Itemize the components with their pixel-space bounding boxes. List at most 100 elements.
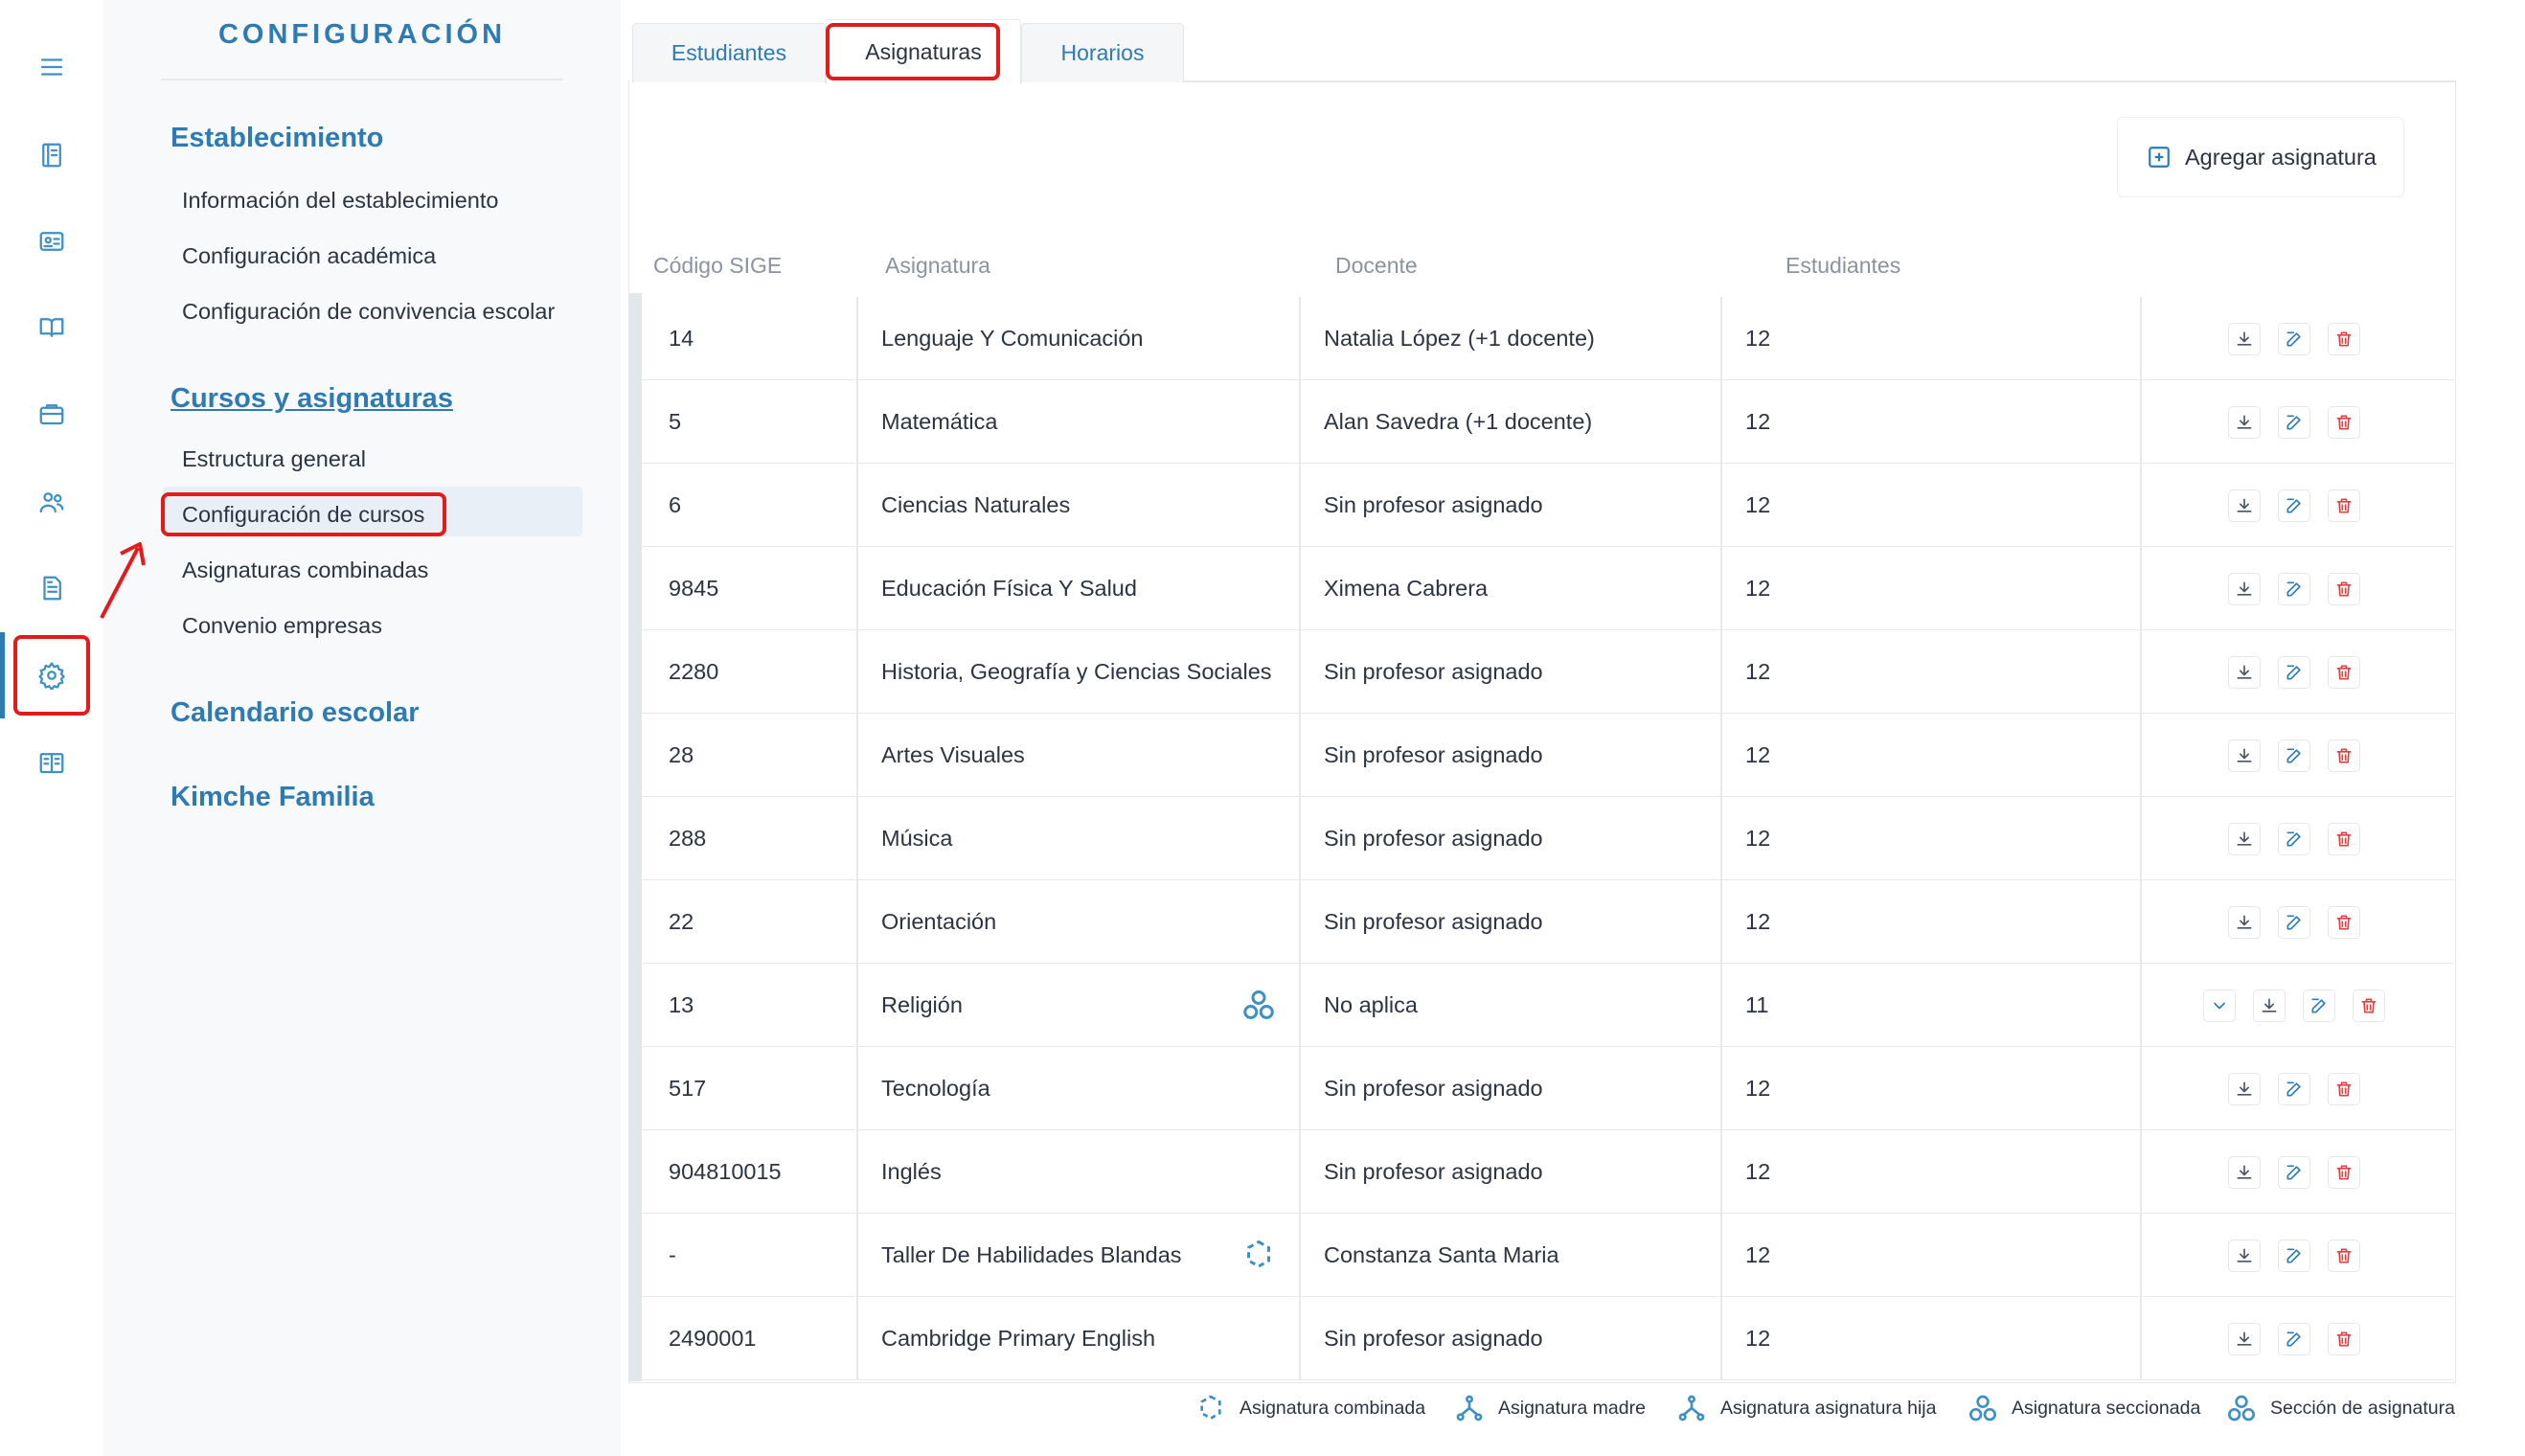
table-row[interactable]: 6 Ciencias Naturales Sin profesor asignado…	[642, 464, 2454, 547]
cell-students: 12	[1745, 825, 1771, 851]
column-header-docente: Docente	[1335, 253, 1418, 278]
tab-horarios[interactable]: Horarios	[1021, 23, 1184, 82]
column-divider	[1299, 630, 1301, 713]
column-divider	[1299, 880, 1301, 963]
download-icon[interactable]	[2228, 573, 2261, 605]
column-divider	[1299, 297, 1301, 379]
document-icon[interactable]	[0, 559, 103, 617]
tab-estudiantes[interactable]: Estudiantes	[632, 23, 826, 82]
cell-students: 12	[1745, 491, 1771, 517]
delete-icon[interactable]	[2328, 573, 2360, 605]
column-divider	[2140, 547, 2142, 629]
delete-icon[interactable]	[2328, 1323, 2360, 1355]
legend-madre: Asignatura madre	[1454, 1389, 1646, 1427]
notebook-icon[interactable]	[0, 126, 103, 184]
section-kimche-familia[interactable]: Kimche Familia	[171, 782, 375, 813]
delete-icon[interactable]	[2328, 489, 2360, 522]
table-row[interactable]: 2280 Historia, Geografía y Ciencias Socia…	[642, 630, 2454, 714]
delete-icon[interactable]	[2328, 739, 2360, 772]
menu-item-combinadas[interactable]: Asignaturas combinadas	[182, 557, 428, 583]
column-divider	[1720, 1047, 1722, 1129]
download-icon[interactable]	[2228, 1323, 2261, 1355]
section-calendario[interactable]: Calendario escolar	[171, 697, 420, 729]
plus-square-icon	[2149, 147, 2170, 168]
download-icon[interactable]	[2228, 323, 2261, 355]
table-row[interactable]: 9845 Educación Física Y Salud Ximena Cabre…	[642, 547, 2454, 630]
table-row[interactable]: 517 Tecnología Sin profesor asignado 12	[642, 1047, 2454, 1130]
delete-icon[interactable]	[2328, 1073, 2360, 1105]
edit-icon[interactable]	[2278, 823, 2310, 855]
add-subject-button[interactable]: Agregar asignatura	[2117, 117, 2404, 197]
users-icon[interactable]	[0, 473, 103, 531]
edit-icon[interactable]	[2278, 573, 2310, 605]
table-row[interactable]: 904810015 Inglés Sin profesor asignado 12	[642, 1130, 2454, 1214]
download-icon[interactable]	[2228, 406, 2261, 439]
edit-icon[interactable]	[2278, 1156, 2310, 1189]
delete-icon[interactable]	[2328, 406, 2360, 439]
column-divider	[856, 964, 858, 1046]
table-row[interactable]: 22 Orientación Sin profesor asignado 12	[642, 880, 2454, 964]
menu-item-convenio[interactable]: Convenio empresas	[182, 613, 382, 639]
download-icon[interactable]	[2253, 990, 2286, 1022]
cell-students: 12	[1745, 325, 1771, 351]
delete-icon[interactable]	[2353, 990, 2385, 1022]
combined-subject-icon[interactable]	[1241, 1238, 1276, 1272]
sectioned-subject-icon[interactable]	[1241, 988, 1276, 1022]
column-divider	[1720, 1130, 1722, 1213]
edit-icon[interactable]	[2278, 739, 2310, 772]
edit-icon[interactable]	[2278, 906, 2310, 939]
expand-chevron-icon[interactable]	[2203, 990, 2236, 1022]
edit-icon[interactable]	[2303, 990, 2335, 1022]
table-row[interactable]: - Taller De Habilidades Blandas Constanza …	[642, 1214, 2454, 1297]
edit-icon[interactable]	[2278, 656, 2310, 689]
delete-icon[interactable]	[2328, 323, 2360, 355]
download-icon[interactable]	[2228, 1073, 2261, 1105]
column-divider	[856, 547, 858, 629]
config-panel: CONFIGURACIÓN Establecimiento Informació…	[103, 0, 621, 1456]
download-icon[interactable]	[2228, 739, 2261, 772]
download-icon[interactable]	[2228, 1240, 2261, 1272]
scroll-track[interactable]	[628, 293, 642, 1381]
id-card-icon[interactable]	[0, 213, 103, 270]
library-icon[interactable]	[0, 734, 103, 791]
briefcase-icon[interactable]	[0, 385, 103, 443]
cell-students: 12	[1745, 408, 1771, 434]
column-divider	[2140, 630, 2142, 713]
table-row[interactable]: 28 Artes Visuales Sin profesor asignado 12	[642, 714, 2454, 797]
menu-item-convivencia[interactable]: Configuración de convivencia escolar	[182, 299, 555, 325]
menu-icon[interactable]	[0, 38, 103, 96]
edit-icon[interactable]	[2278, 323, 2310, 355]
download-icon[interactable]	[2228, 489, 2261, 522]
column-divider	[856, 464, 858, 546]
menu-item-estructura[interactable]: Estructura general	[182, 446, 366, 472]
book-open-icon[interactable]	[0, 299, 103, 356]
delete-icon[interactable]	[2328, 823, 2360, 855]
delete-icon[interactable]	[2328, 1240, 2360, 1272]
section-cursos-asignaturas[interactable]: Cursos y asignaturas	[171, 383, 453, 415]
section-establecimiento[interactable]: Establecimiento	[171, 123, 383, 154]
delete-icon[interactable]	[2328, 656, 2360, 689]
column-divider	[856, 297, 858, 379]
table-row[interactable]: 288 Música Sin profesor asignado 12	[642, 797, 2454, 880]
menu-item-config-academica[interactable]: Configuración académica	[182, 243, 436, 269]
cell-teacher: Alan Savedra (+1 docente)	[1324, 408, 1593, 434]
download-icon[interactable]	[2228, 906, 2261, 939]
menu-item-informacion[interactable]: Información del establecimiento	[182, 188, 498, 214]
download-icon[interactable]	[2228, 1156, 2261, 1189]
table-row[interactable]: 13 Religión No aplica 11	[642, 964, 2454, 1047]
column-divider	[1299, 380, 1301, 463]
download-icon[interactable]	[2228, 656, 2261, 689]
download-icon[interactable]	[2228, 823, 2261, 855]
edit-icon[interactable]	[2278, 406, 2310, 439]
table-row[interactable]: 2490001 Cambridge Primary English Sin prof…	[642, 1297, 2454, 1380]
delete-icon[interactable]	[2328, 1156, 2360, 1189]
delete-icon[interactable]	[2328, 906, 2360, 939]
column-divider	[856, 1214, 858, 1296]
edit-icon[interactable]	[2278, 1323, 2310, 1355]
cell-code: 9845	[669, 575, 719, 601]
edit-icon[interactable]	[2278, 1240, 2310, 1272]
edit-icon[interactable]	[2278, 489, 2310, 522]
table-row[interactable]: 5 Matemática Alan Savedra (+1 docente) 12	[642, 380, 2454, 464]
edit-icon[interactable]	[2278, 1073, 2310, 1105]
table-row[interactable]: 14 Lenguaje Y Comunicación Natalia López (…	[642, 297, 2454, 380]
